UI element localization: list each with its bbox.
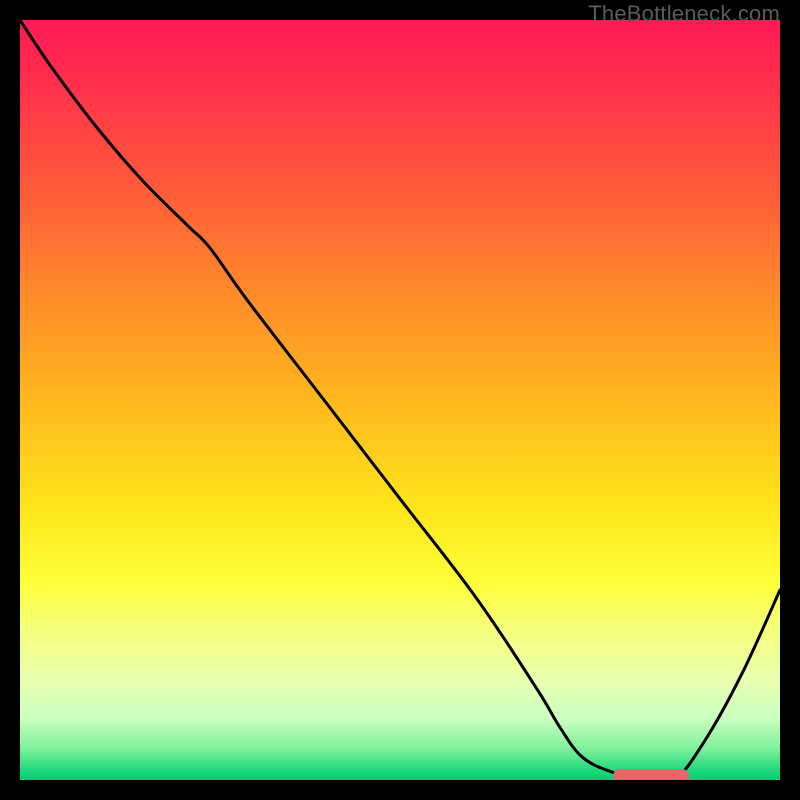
watermark-text: TheBottleneck.com — [588, 1, 780, 27]
curve-path — [20, 20, 780, 780]
bottleneck-curve — [20, 20, 780, 780]
plot-area — [20, 20, 780, 780]
optimal-range-marker — [613, 769, 689, 780]
